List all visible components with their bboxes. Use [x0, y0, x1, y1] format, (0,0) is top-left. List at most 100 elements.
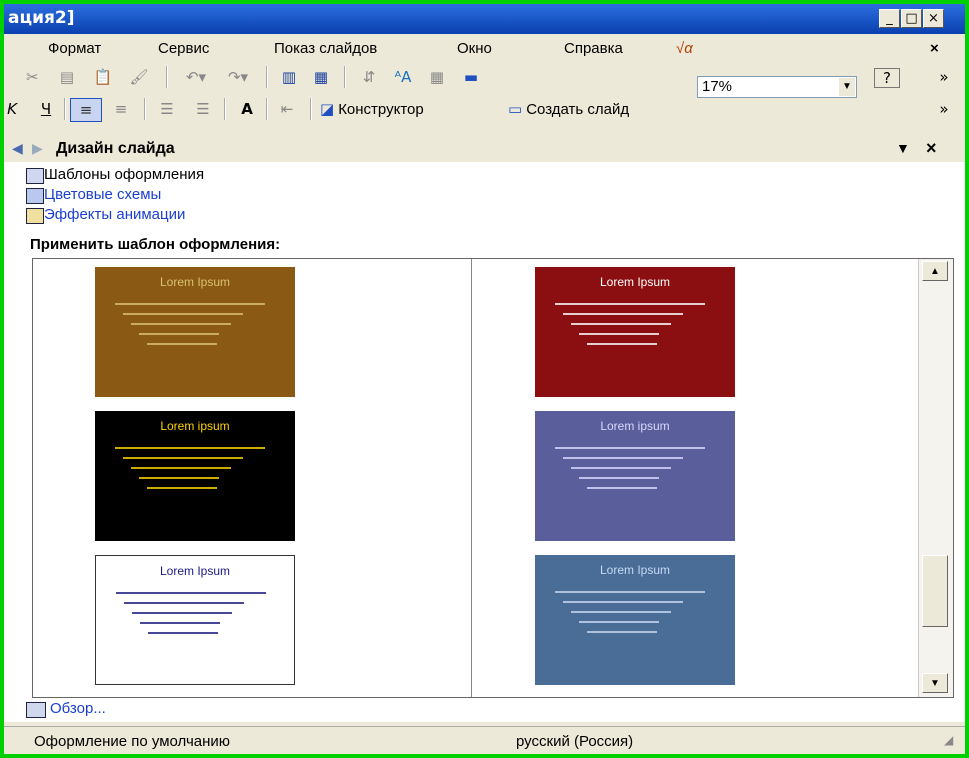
templates-icon: [26, 168, 44, 184]
thumbnail-text-line: [139, 477, 219, 479]
title-bar: ация2] _ □ ×: [4, 4, 965, 34]
thumbnail-text-line: [123, 457, 243, 459]
thumbnail-text-line: [579, 621, 659, 623]
thumbnail-text-line: [555, 447, 705, 449]
color-schemes-icon: [26, 188, 44, 204]
color-schemes-link[interactable]: Цветовые схемы: [44, 186, 161, 203]
thumbnail-text-line: [587, 631, 657, 633]
align-left-icon[interactable]: ≡: [70, 98, 102, 122]
thumbnail-text-line: [131, 467, 231, 469]
menu-format[interactable]: Формат: [48, 40, 101, 57]
designer-label: Конструктор: [338, 100, 424, 118]
new-slide-label: Создать слайд: [526, 100, 630, 118]
thumbnail-text-line: [563, 313, 683, 315]
animation-effects-icon: [26, 208, 44, 224]
window-title: ация2]: [8, 8, 75, 28]
thumbnail-text-line: [115, 447, 265, 449]
undo-icon[interactable]: ↶▾: [176, 66, 216, 88]
minimize-button[interactable]: _: [879, 9, 900, 28]
close-doc-button[interactable]: ×: [930, 40, 939, 57]
color-icon[interactable]: ▬: [456, 66, 486, 88]
thumbnail-text-line: [132, 612, 232, 614]
thumbnail-text-line: [571, 323, 671, 325]
animation-effects-link[interactable]: Эффекты анимации: [44, 206, 185, 223]
table-icon[interactable]: ▦: [306, 66, 336, 88]
font-size-icon[interactable]: ᴬA: [388, 66, 418, 88]
toolbar-overflow-icon[interactable]: »: [934, 98, 954, 120]
thumbnail-text-line: [555, 591, 705, 593]
designer-button[interactable]: ◪ Конструктор: [320, 98, 500, 120]
forward-icon[interactable]: ▶: [32, 140, 43, 157]
italic-icon[interactable]: K: [4, 98, 20, 120]
menu-bar: Формат Сервис Показ слайдов Окно Справка…: [4, 34, 965, 62]
resize-grip-icon[interactable]: ◢: [944, 733, 953, 747]
menu-service[interactable]: Сервис: [158, 40, 209, 57]
increase-font-icon[interactable]: A: [232, 98, 262, 120]
gallery-scrollbar[interactable]: ▲ ▼: [918, 259, 953, 697]
thumbnail-title: Lorem Ipsum: [159, 275, 231, 289]
template-thumbnail[interactable]: Lorem Ipsum: [535, 267, 735, 397]
menu-help[interactable]: Справка: [564, 40, 623, 57]
toolbar-overflow-icon[interactable]: »: [934, 66, 954, 88]
thumbnail-text-line: [579, 477, 659, 479]
help-button[interactable]: ?: [874, 68, 900, 88]
underline-icon[interactable]: Ч: [34, 98, 58, 120]
apply-template-label: Применить шаблон оформления:: [30, 236, 281, 253]
scroll-down-icon[interactable]: ▼: [922, 673, 948, 693]
template-thumbnail[interactable]: Lorem Ipsum: [95, 555, 295, 685]
thumbnail-title: Lorem ipsum: [600, 419, 670, 433]
grid-icon[interactable]: ▦: [422, 66, 452, 88]
format-painter-icon[interactable]: 🖌: [124, 66, 154, 88]
align-center-icon[interactable]: ≡: [106, 98, 136, 120]
help-icon[interactable]: √α: [676, 40, 693, 57]
expand-icon[interactable]: ⇵: [354, 66, 384, 88]
thumbnail-text-line: [555, 303, 705, 305]
separator: [144, 98, 146, 120]
thumbnail-text-line: [571, 467, 671, 469]
copy-icon[interactable]: ▤: [52, 66, 82, 88]
chart-icon[interactable]: ▥: [274, 66, 304, 88]
separator: [166, 66, 168, 88]
zoom-value: 17%: [702, 78, 733, 95]
thumbnail-text-line: [123, 313, 243, 315]
scroll-thumb[interactable]: [922, 555, 948, 627]
browse-link[interactable]: Обзор...: [50, 700, 106, 717]
thumbnail-title: Lorem ipsum: [160, 419, 230, 433]
separator: [266, 98, 268, 120]
design-templates-link[interactable]: Шаблоны оформления: [44, 166, 204, 183]
template-thumbnail[interactable]: Lorem Ipsum: [535, 555, 735, 685]
thumbnail-title: Lorem Ipsum: [599, 563, 671, 577]
new-slide-icon: ▭: [508, 100, 523, 118]
template-gallery: Lorem Ipsum Lorem Ipsum Lorem ipsum Lore…: [32, 258, 954, 698]
template-thumbnail[interactable]: Lorem Ipsum: [95, 267, 295, 397]
scroll-up-icon[interactable]: ▲: [922, 261, 948, 281]
bulleted-list-icon[interactable]: ☰: [188, 98, 218, 120]
back-icon[interactable]: ◀: [12, 140, 23, 157]
menu-window[interactable]: Окно: [457, 40, 492, 57]
gallery-divider: [471, 259, 472, 697]
paste-icon[interactable]: 📋: [88, 66, 118, 88]
designer-icon: ◪: [320, 100, 335, 118]
status-design: Оформление по умолчанию: [34, 733, 231, 750]
new-slide-button[interactable]: ▭ Создать слайд: [508, 98, 698, 120]
close-button[interactable]: ×: [923, 9, 944, 28]
menu-slideshow[interactable]: Показ слайдов: [274, 40, 377, 57]
numbered-list-icon[interactable]: ☰: [152, 98, 182, 120]
outdent-icon[interactable]: ⇤: [272, 98, 302, 120]
redo-icon[interactable]: ↷▾: [218, 66, 258, 88]
browse-icon: [26, 702, 46, 718]
separator: [64, 98, 66, 120]
pane-menu-icon[interactable]: ▼: [896, 140, 910, 156]
thumbnail-text-line: [140, 622, 220, 624]
taskpane-body: Шаблоны оформления Цветовые схемы Эффект…: [4, 162, 965, 722]
status-language: русский (Россия): [516, 733, 634, 750]
template-thumbnail[interactable]: Lorem ipsum: [535, 411, 735, 541]
thumbnail-text-line: [147, 343, 217, 345]
thumbnail-title: Lorem Ipsum: [599, 275, 671, 289]
maximize-button[interactable]: □: [901, 9, 922, 28]
thumbnail-text-line: [147, 487, 217, 489]
thumbnail-text-line: [124, 602, 244, 604]
pane-close-icon[interactable]: ×: [926, 138, 937, 159]
template-thumbnail[interactable]: Lorem ipsum: [95, 411, 295, 541]
cut-icon[interactable]: ✂: [26, 66, 39, 88]
